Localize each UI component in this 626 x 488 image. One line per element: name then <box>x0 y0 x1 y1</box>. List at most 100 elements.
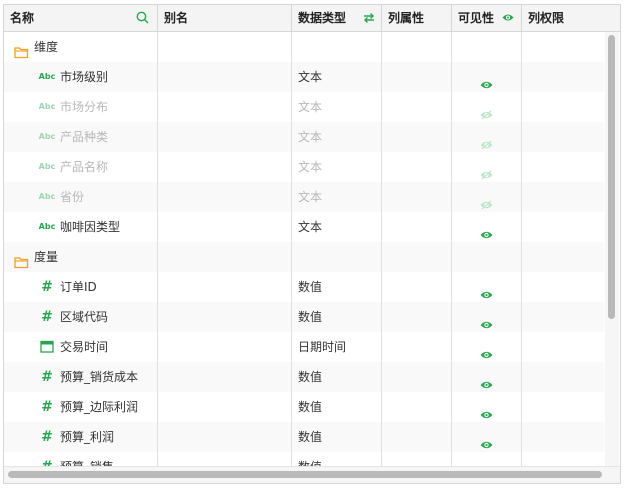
column-permission-cell[interactable] <box>522 122 604 152</box>
name-cell[interactable]: # 预算_利润 <box>4 422 158 452</box>
data-type-cell[interactable]: 文本 <box>292 92 382 122</box>
alias-cell[interactable] <box>158 242 292 272</box>
data-type-cell[interactable]: 文本 <box>292 62 382 92</box>
column-permission-cell[interactable] <box>522 92 604 122</box>
field-row[interactable]: Abc 省份 文本 <box>4 182 604 212</box>
column-permission-cell[interactable] <box>522 242 604 272</box>
visibility-cell[interactable] <box>452 422 522 452</box>
data-type-cell[interactable] <box>292 32 382 62</box>
name-cell[interactable]: # 订单ID <box>4 272 158 302</box>
visibility-cell[interactable] <box>452 302 522 332</box>
alias-cell[interactable] <box>158 392 292 422</box>
folder-icon[interactable] <box>14 40 29 62</box>
eye-off-icon[interactable] <box>480 191 493 212</box>
visibility-cell[interactable] <box>452 32 522 62</box>
search-icon[interactable] <box>136 11 149 24</box>
name-cell[interactable]: Abc 市场级别 <box>4 62 158 92</box>
header-column-attr[interactable]: 列属性 <box>382 5 452 31</box>
eye-icon[interactable] <box>480 311 493 332</box>
column-attr-cell[interactable] <box>382 272 452 302</box>
visibility-cell[interactable] <box>452 392 522 422</box>
data-type-cell[interactable]: 文本 <box>292 212 382 242</box>
field-row[interactable]: Abc 产品名称 文本 <box>4 152 604 182</box>
column-attr-cell[interactable] <box>382 362 452 392</box>
field-row[interactable]: Abc 市场分布 文本 <box>4 92 604 122</box>
column-attr-cell[interactable] <box>382 242 452 272</box>
data-type-cell[interactable] <box>292 242 382 272</box>
name-cell[interactable]: # 预算_边际利润 <box>4 392 158 422</box>
column-attr-cell[interactable] <box>382 182 452 212</box>
swap-icon[interactable] <box>362 12 376 24</box>
name-cell[interactable]: Abc 产品名称 <box>4 152 158 182</box>
name-cell[interactable]: Abc 省份 <box>4 182 158 212</box>
column-attr-cell[interactable] <box>382 332 452 362</box>
column-permission-cell[interactable] <box>522 182 604 212</box>
eye-icon[interactable] <box>480 71 493 92</box>
vertical-scrollbar-thumb[interactable] <box>608 35 615 319</box>
data-type-cell[interactable]: 文本 <box>292 182 382 212</box>
group-row[interactable]: 维度 <box>4 32 604 62</box>
alias-cell[interactable] <box>158 212 292 242</box>
alias-cell[interactable] <box>158 422 292 452</box>
name-cell[interactable]: 维度 <box>4 32 158 62</box>
column-permission-cell[interactable] <box>522 32 604 62</box>
field-row[interactable]: # 预算_销售 数值 <box>4 452 604 466</box>
header-alias[interactable]: 别名 <box>158 5 292 31</box>
eye-icon[interactable] <box>480 281 493 302</box>
visibility-cell[interactable] <box>452 332 522 362</box>
visibility-cell[interactable] <box>452 452 522 466</box>
field-row[interactable]: # 区域代码 数值 <box>4 302 604 332</box>
alias-cell[interactable] <box>158 122 292 152</box>
name-cell[interactable]: Abc 产品种类 <box>4 122 158 152</box>
data-type-cell[interactable]: 数值 <box>292 302 382 332</box>
horizontal-scrollbar-thumb[interactable] <box>8 471 602 478</box>
header-column-permission[interactable]: 列权限 <box>522 5 620 31</box>
folder-icon[interactable] <box>14 250 29 272</box>
field-row[interactable]: # 订单ID 数值 <box>4 272 604 302</box>
column-attr-cell[interactable] <box>382 392 452 422</box>
column-permission-cell[interactable] <box>522 302 604 332</box>
visibility-cell[interactable] <box>452 242 522 272</box>
visibility-cell[interactable] <box>452 362 522 392</box>
column-attr-cell[interactable] <box>382 62 452 92</box>
column-attr-cell[interactable] <box>382 122 452 152</box>
field-row[interactable]: 交易时间 日期时间 <box>4 332 604 362</box>
name-cell[interactable]: # 预算_销售 <box>4 452 158 466</box>
alias-cell[interactable] <box>158 92 292 122</box>
eye-off-icon[interactable] <box>480 131 493 152</box>
field-row[interactable]: Abc 产品种类 文本 <box>4 122 604 152</box>
column-attr-cell[interactable] <box>382 422 452 452</box>
name-cell[interactable]: # 区域代码 <box>4 302 158 332</box>
eye-icon[interactable] <box>502 13 514 22</box>
data-type-cell[interactable]: 文本 <box>292 152 382 182</box>
name-cell[interactable]: # 预算_销货成本 <box>4 362 158 392</box>
field-row[interactable]: # 预算_利润 数值 <box>4 422 604 452</box>
alias-cell[interactable] <box>158 272 292 302</box>
data-type-cell[interactable]: 数值 <box>292 422 382 452</box>
name-cell[interactable]: 度量 <box>4 242 158 272</box>
eye-icon[interactable] <box>480 371 493 392</box>
visibility-cell[interactable] <box>452 122 522 152</box>
data-type-cell[interactable]: 日期时间 <box>292 332 382 362</box>
data-type-cell[interactable]: 数值 <box>292 392 382 422</box>
visibility-cell[interactable] <box>452 152 522 182</box>
column-permission-cell[interactable] <box>522 152 604 182</box>
column-permission-cell[interactable] <box>522 362 604 392</box>
visibility-cell[interactable] <box>452 272 522 302</box>
data-type-cell[interactable]: 文本 <box>292 122 382 152</box>
eye-off-icon[interactable] <box>480 101 493 122</box>
field-row[interactable]: # 预算_销货成本 数值 <box>4 362 604 392</box>
column-attr-cell[interactable] <box>382 92 452 122</box>
visibility-cell[interactable] <box>452 62 522 92</box>
column-permission-cell[interactable] <box>522 62 604 92</box>
column-attr-cell[interactable] <box>382 32 452 62</box>
visibility-cell[interactable] <box>452 92 522 122</box>
visibility-cell[interactable] <box>452 182 522 212</box>
name-cell[interactable]: Abc 咖啡因类型 <box>4 212 158 242</box>
column-permission-cell[interactable] <box>522 452 604 466</box>
column-attr-cell[interactable] <box>382 452 452 466</box>
alias-cell[interactable] <box>158 362 292 392</box>
alias-cell[interactable] <box>158 182 292 212</box>
data-type-cell[interactable]: 数值 <box>292 362 382 392</box>
column-attr-cell[interactable] <box>382 302 452 332</box>
